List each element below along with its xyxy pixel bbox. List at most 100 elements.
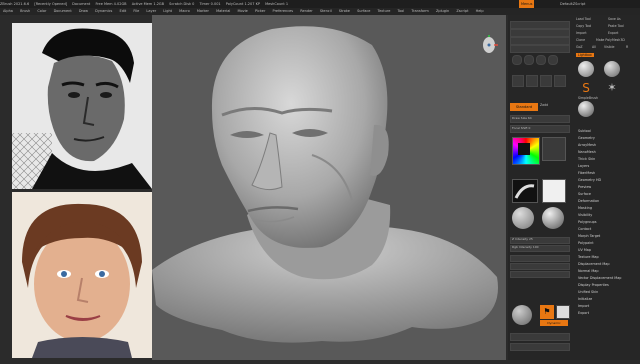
zadd-label[interactable]: Zadd: [540, 103, 548, 107]
material-sphere-2[interactable]: [542, 207, 564, 229]
menu-texture-map[interactable]: Texture Map: [578, 255, 599, 259]
bottom-material-sphere[interactable]: [512, 305, 532, 325]
menu-uv-map[interactable]: UV Map: [578, 248, 591, 252]
menu-stroke[interactable]: Stroke: [339, 9, 350, 13]
menu-render[interactable]: Render: [300, 9, 312, 13]
menu-color[interactable]: Color: [37, 9, 46, 13]
star-tool-icon[interactable]: ✶: [604, 81, 620, 95]
lightbox-preview[interactable]: [556, 305, 570, 319]
stroke-thumbnail[interactable]: [512, 179, 538, 203]
orientation-gizmo[interactable]: [480, 33, 498, 57]
import-button[interactable]: Import: [576, 31, 587, 35]
title-item[interactable]: [Recently Opened]: [34, 2, 67, 6]
menu-layer[interactable]: Layer: [146, 9, 156, 13]
dynamic-button[interactable]: Dynamic: [540, 320, 568, 326]
material-sphere-1[interactable]: [512, 207, 534, 229]
rotate-mode-icon[interactable]: [554, 75, 566, 87]
menu-masking[interactable]: Masking: [578, 206, 592, 210]
top-slider-1[interactable]: [510, 21, 570, 29]
menu-surface[interactable]: Surface: [357, 9, 370, 13]
menu-surface[interactable]: Surface: [578, 192, 591, 196]
save-as-button[interactable]: Save As: [608, 17, 621, 21]
paste-tool-button[interactable]: Paste Tool: [608, 24, 624, 28]
menu-movie[interactable]: Movie: [237, 9, 247, 13]
menu-geometry-hd[interactable]: Geometry HD: [578, 178, 601, 182]
gizmo-head-icon[interactable]: [480, 33, 498, 57]
menu-thick-skin[interactable]: Thick Skin: [578, 157, 595, 161]
menu-tool[interactable]: Tool: [397, 9, 404, 13]
menu-layers[interactable]: Layers: [578, 164, 589, 168]
menu-geometry[interactable]: Geometry: [578, 136, 595, 140]
color-swatch-main[interactable]: [518, 143, 530, 155]
menu-file[interactable]: File: [133, 9, 139, 13]
menu-polygroups[interactable]: Polygroups: [578, 220, 597, 224]
menu-document[interactable]: Document: [54, 9, 72, 13]
scale-icon[interactable]: [524, 55, 534, 65]
export-button[interactable]: Export: [608, 31, 618, 35]
secondary-color-swatch[interactable]: [542, 137, 566, 161]
visible-button[interactable]: Visible: [604, 45, 614, 49]
menu-polypaint[interactable]: Polypaint: [578, 241, 594, 245]
slider-7[interactable]: [510, 271, 570, 278]
menu-light[interactable]: Light: [163, 9, 172, 13]
menu-stencil[interactable]: Stencil: [320, 9, 332, 13]
load-tool-button[interactable]: Load Tool: [576, 17, 591, 21]
lightbox-button[interactable]: Lightbox: [576, 53, 594, 57]
menus-toggle[interactable]: Menus: [519, 0, 535, 8]
top-slider-3[interactable]: [510, 37, 570, 45]
move-icon[interactable]: [512, 55, 522, 65]
brush-standard-button[interactable]: Standard: [510, 103, 538, 111]
move-mode-icon[interactable]: [540, 75, 552, 87]
menu-unified-skin[interactable]: Unified Skin: [578, 290, 598, 294]
menu-macro[interactable]: Macro: [179, 9, 190, 13]
menu-import[interactable]: Import: [578, 304, 589, 308]
menu-preferences[interactable]: Preferences: [273, 9, 294, 13]
menu-visibility[interactable]: Visibility: [578, 213, 592, 217]
make-polymesh-button[interactable]: Make PolyMesh3D: [596, 38, 625, 42]
menu-draw[interactable]: Draw: [79, 9, 88, 13]
rotate-icon[interactable]: [536, 55, 546, 65]
menu-alpha[interactable]: Alpha: [3, 9, 13, 13]
tool-sphere-thumbnail[interactable]: [604, 61, 620, 77]
menu-displacement-map[interactable]: Displacement Map: [578, 262, 610, 266]
top-slider-4[interactable]: [510, 45, 570, 53]
menu-nanomesh[interactable]: NanoMesh: [578, 150, 596, 154]
clone-button[interactable]: Clone: [576, 38, 585, 42]
menu-arraymesh[interactable]: ArrayMesh: [578, 143, 596, 147]
menu-transform[interactable]: Transform: [411, 9, 428, 13]
menu-help[interactable]: Help: [476, 9, 484, 13]
menu-deformation[interactable]: Deformation: [578, 199, 599, 203]
menu-contact[interactable]: Contact: [578, 227, 591, 231]
flag-icon[interactable]: ⚑: [540, 305, 554, 319]
draw-icon[interactable]: [526, 75, 538, 87]
menu-preview[interactable]: Preview: [578, 185, 591, 189]
menu-morph-target[interactable]: Morph Target: [578, 234, 600, 238]
menu-texture[interactable]: Texture: [378, 9, 391, 13]
menu-normal-map[interactable]: Normal Map: [578, 269, 599, 273]
menu-marker[interactable]: Marker: [197, 9, 209, 13]
menu-brush[interactable]: Brush: [20, 9, 30, 13]
slider-5[interactable]: [510, 255, 570, 262]
simplebrush-icon[interactable]: S: [578, 81, 594, 95]
menu-dynamics[interactable]: Dynamics: [95, 9, 112, 13]
top-slider-2[interactable]: [510, 29, 570, 37]
edit-icon[interactable]: [512, 75, 524, 87]
tool-head-thumbnail[interactable]: [578, 61, 594, 77]
sculpt-canvas[interactable]: [152, 15, 506, 360]
menu-vector-displacement-map[interactable]: Vector Displacement Map: [578, 276, 621, 280]
menu-edit[interactable]: Edit: [120, 9, 127, 13]
menu-export[interactable]: Export: [578, 311, 589, 315]
all-button[interactable]: All: [592, 45, 596, 49]
menu-material[interactable]: Material: [216, 9, 230, 13]
menu-display-properties[interactable]: Display Properties: [578, 283, 609, 287]
slider-6[interactable]: [510, 263, 570, 270]
menu-subtool[interactable]: Subtool: [578, 129, 591, 133]
gizmo-toggle-icon[interactable]: [548, 55, 558, 65]
default-zscript[interactable]: DefaultZScript: [560, 0, 585, 8]
menu-zplugin[interactable]: Zplugin: [436, 9, 449, 13]
copy-tool-button[interactable]: Copy Tool: [576, 24, 591, 28]
tool-bust-thumbnail[interactable]: [578, 101, 594, 117]
sculpted-head-model[interactable]: [152, 15, 506, 360]
r-button[interactable]: R: [626, 45, 628, 49]
menu-fibermesh[interactable]: FiberMesh: [578, 171, 595, 175]
